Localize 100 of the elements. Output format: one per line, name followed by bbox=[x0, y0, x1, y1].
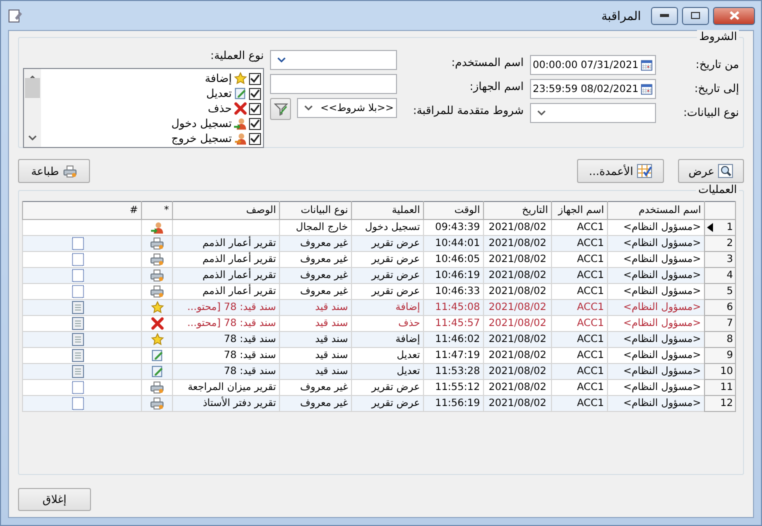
table-cell: غير معروف bbox=[280, 236, 352, 252]
table-cell: 2021/08/02 bbox=[484, 268, 552, 284]
delete-icon bbox=[234, 102, 247, 115]
table-cell: غير معروف bbox=[280, 380, 352, 396]
table-cell: 2021/08/02 bbox=[484, 252, 552, 268]
calendar-icon[interactable] bbox=[641, 82, 653, 96]
column-header[interactable]: الوصف bbox=[172, 202, 280, 220]
printer-icon bbox=[62, 164, 77, 178]
table-cell: 2021/08/02 bbox=[484, 220, 552, 236]
minimize-icon bbox=[660, 14, 669, 17]
table-cell: <مسؤول النظام> bbox=[608, 284, 704, 300]
table-cell: غير معروف bbox=[280, 396, 352, 412]
user-login-icon bbox=[234, 116, 247, 130]
conditions-dropdown[interactable]: <<بلا شروط>> bbox=[297, 98, 397, 118]
maximize-button[interactable] bbox=[682, 6, 709, 24]
view-button[interactable]: عرض bbox=[678, 159, 744, 183]
table-cell: <مسؤول النظام> bbox=[608, 300, 704, 316]
print-button[interactable]: طباعة bbox=[18, 159, 90, 183]
checkbox[interactable] bbox=[248, 72, 261, 84]
date-field[interactable]: 23:59:59 08/02/2021 bbox=[530, 79, 656, 99]
scroll-up-icon[interactable] bbox=[28, 75, 37, 81]
row-header[interactable]: 8 bbox=[704, 332, 736, 348]
close-window-button[interactable] bbox=[713, 6, 755, 24]
field-label: شروط متقدمة للمراقبة: bbox=[412, 103, 524, 119]
group-title: الشروط bbox=[697, 30, 739, 43]
table-cell: <مسؤول النظام> bbox=[608, 364, 704, 380]
columns-button[interactable]: الأعمدة... bbox=[577, 159, 664, 183]
table-cell: عرض تقرير bbox=[352, 236, 424, 252]
empty-box-icon bbox=[72, 237, 84, 250]
checkmark-icon bbox=[250, 119, 260, 128]
row-header[interactable]: 2 bbox=[704, 236, 736, 252]
row-header[interactable]: 10 bbox=[704, 364, 736, 380]
checkbox[interactable] bbox=[248, 102, 261, 114]
checkbox[interactable] bbox=[248, 88, 261, 100]
list-item-label: تسجيل دخول bbox=[171, 117, 232, 130]
field-label: نوع البيانات: bbox=[682, 105, 739, 121]
date-field[interactable]: 00:00:00 07/31/2021 bbox=[530, 55, 656, 75]
table-cell: 11:47:19 bbox=[424, 348, 484, 364]
table-cell: ACC1 bbox=[552, 236, 608, 252]
row-header[interactable]: 9 bbox=[704, 348, 736, 364]
table-cell: 10:44:01 bbox=[424, 236, 484, 252]
table-cell: 11:55:12 bbox=[424, 380, 484, 396]
scroll-thumb[interactable] bbox=[25, 78, 40, 98]
checkbox[interactable] bbox=[248, 132, 261, 144]
filter-button[interactable] bbox=[270, 98, 292, 120]
scroll-down-icon[interactable] bbox=[28, 135, 37, 141]
table-cell: سند قيد bbox=[280, 332, 352, 348]
table-cell: سند قيد: 78 [محتو... bbox=[172, 300, 280, 316]
table-cell: ACC1 bbox=[552, 300, 608, 316]
close-button[interactable]: إغلاق bbox=[18, 488, 91, 511]
calendar-icon[interactable] bbox=[641, 58, 653, 72]
table-cell: <مسؤول النظام> bbox=[608, 252, 704, 268]
table-cell: سند قيد: 78 [محتو... bbox=[172, 316, 280, 332]
table-cell: 2021/08/02 bbox=[484, 364, 552, 380]
table-cell: 11:46:02 bbox=[424, 332, 484, 348]
field-label: اسم المستخدم: bbox=[450, 55, 524, 71]
user-logout-icon bbox=[234, 132, 247, 146]
row-header[interactable]: 1 bbox=[704, 220, 736, 236]
row-header[interactable]: 3 bbox=[704, 252, 736, 268]
table-cell: 10:46:33 bbox=[424, 284, 484, 300]
column-header[interactable]: التاريخ bbox=[484, 202, 552, 220]
column-header[interactable]: اسم الجهاز bbox=[552, 202, 608, 220]
table-cell: ACC1 bbox=[552, 252, 608, 268]
table-cell: إضافة bbox=[352, 332, 424, 348]
minimize-button[interactable] bbox=[651, 6, 678, 24]
column-header[interactable]: * bbox=[142, 202, 172, 220]
row-header[interactable]: 12 bbox=[704, 396, 736, 412]
list-item-label: حذف bbox=[208, 102, 232, 115]
table-cell: 11:45:57 bbox=[424, 316, 484, 332]
list-item-label: تعديل bbox=[206, 87, 232, 100]
column-header[interactable]: الوقت bbox=[424, 202, 484, 220]
table-cell: 2021/08/02 bbox=[484, 396, 552, 412]
star-icon bbox=[150, 301, 164, 314]
scrollbar[interactable] bbox=[24, 69, 41, 147]
table-cell: ACC1 bbox=[552, 380, 608, 396]
checkbox[interactable] bbox=[248, 118, 261, 130]
table-cell: 2021/08/02 bbox=[484, 284, 552, 300]
user-login-icon bbox=[150, 220, 164, 234]
table-cell: عرض تقرير bbox=[352, 252, 424, 268]
row-header[interactable]: 6 bbox=[704, 300, 736, 316]
edit-icon bbox=[234, 87, 247, 100]
list-item-label: إضافة bbox=[204, 72, 232, 85]
row-header[interactable]: 5 bbox=[704, 284, 736, 300]
table-cell: سند قيد: 78 bbox=[172, 332, 280, 348]
column-header[interactable]: # bbox=[22, 202, 142, 220]
table-cell: غير معروف bbox=[280, 252, 352, 268]
column-header[interactable]: اسم المستخدم bbox=[608, 202, 704, 220]
table-cell: ACC1 bbox=[552, 396, 608, 412]
row-header[interactable]: 11 bbox=[704, 380, 736, 396]
table-cell: ACC1 bbox=[552, 220, 608, 236]
device-name-field[interactable] bbox=[270, 74, 397, 94]
column-header[interactable]: نوع البيانات bbox=[280, 202, 352, 220]
row-header[interactable]: 7 bbox=[704, 316, 736, 332]
table-cell: تقرير دفتر الأستاذ bbox=[172, 396, 280, 412]
magnifier-icon bbox=[718, 164, 734, 178]
row-header[interactable]: 4 bbox=[704, 268, 736, 284]
table-cell: 2021/08/02 bbox=[484, 348, 552, 364]
column-header[interactable]: العملية bbox=[352, 202, 424, 220]
field-label: نوع العملية: bbox=[209, 48, 264, 64]
row-pointer-icon bbox=[707, 223, 713, 232]
